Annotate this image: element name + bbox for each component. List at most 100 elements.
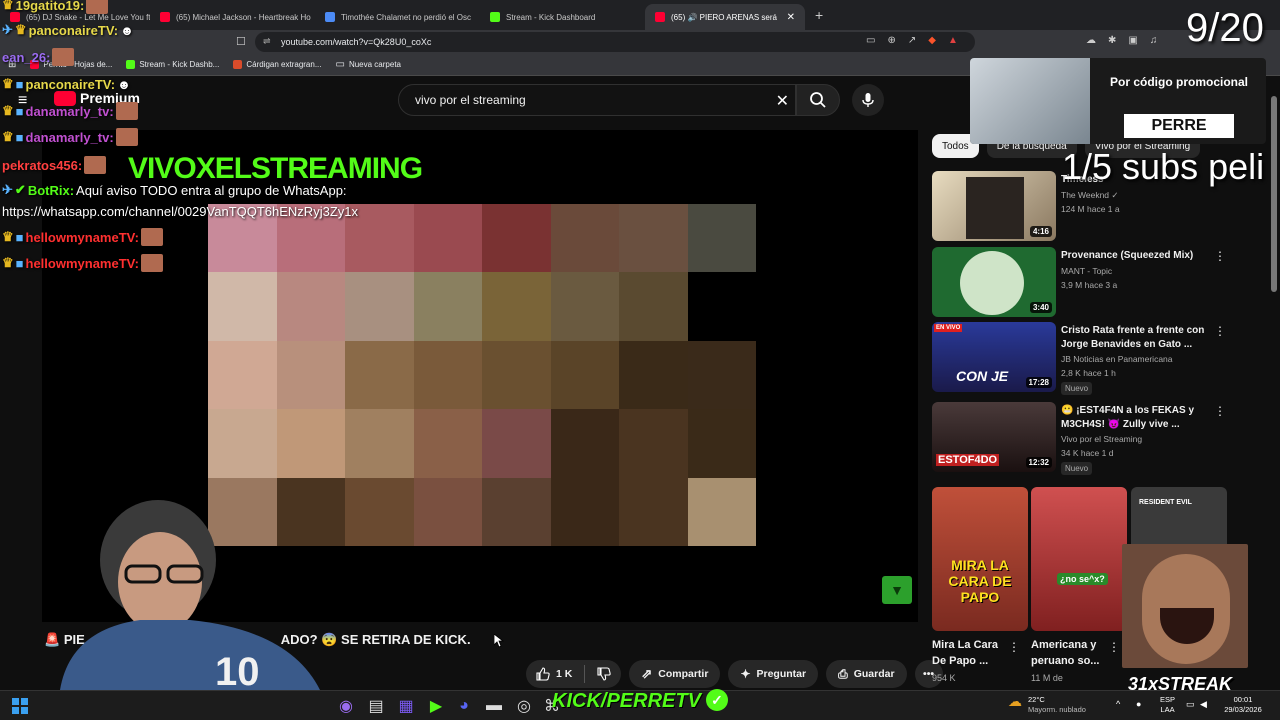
music-icon[interactable]: ♫	[1150, 35, 1158, 46]
search-icon	[810, 92, 826, 108]
chat-line: ♛ ■ hellowmynameTV:	[2, 254, 163, 272]
browser-tab[interactable]: (65) Michael Jackson - Heartbreak Ho	[150, 4, 315, 30]
puzzle-icon[interactable]: ✱	[1108, 35, 1116, 46]
close-tab-icon[interactable]: ✕	[787, 12, 795, 23]
share-button[interactable]: ⇗ Compartir	[629, 660, 721, 688]
recommendation-item[interactable]: 3:40 Provenance (Squeezed Mix) MANT - To…	[932, 247, 1232, 319]
network-icon[interactable]: ▭	[1186, 699, 1195, 709]
more-options-icon[interactable]: ⋮	[1108, 640, 1120, 654]
discord-icon[interactable]: ◕	[456, 697, 472, 714]
channel-name[interactable]: The Weeknd ✓	[1061, 190, 1119, 201]
bookmark-label: Stream - Kick Dashb...	[139, 60, 220, 69]
short-title[interactable]: Americana y peruano so...	[1031, 637, 1111, 669]
share-label: Compartir	[658, 668, 709, 680]
clock-date: 29/03/2026	[1224, 705, 1262, 714]
mic-tray-icon[interactable]: ●	[1136, 699, 1141, 709]
browser-tab-active[interactable]: (65) 🔊 PIERO ARENAS será ✕	[645, 4, 805, 30]
obs-icon[interactable]: ◎	[516, 698, 532, 715]
short-title[interactable]: Mira La Cara De Papo ...	[932, 637, 1012, 669]
kick-channel-overlay: KICK/PERRETV	[552, 690, 701, 712]
new-tab-icon[interactable]: +	[815, 7, 823, 23]
kick-icon	[490, 12, 500, 22]
twitch-icon[interactable]: ▦	[398, 698, 414, 715]
volume-icon[interactable]: ◀	[1200, 699, 1207, 709]
live-tag: EN VIVO	[934, 324, 963, 332]
weather-icon[interactable]: ☁	[1008, 694, 1022, 708]
bookmark-icon[interactable]: ☐	[236, 35, 246, 48]
more-options-icon[interactable]: ⋮	[1008, 640, 1020, 654]
thumbnail-text: CON JE	[956, 368, 1009, 384]
sidebar-icon[interactable]: ▣	[1128, 35, 1137, 46]
url-text: youtube.com/watch?v=Qk28U0_coXc	[281, 37, 432, 47]
save-icon: ⎙	[838, 666, 848, 681]
thumbs-up-icon	[536, 667, 550, 681]
share-icon[interactable]: ↗	[908, 35, 916, 46]
video-thumbnail[interactable]: EN VIVO CON JE 17:28	[932, 322, 1056, 392]
video-thumbnail[interactable]: 4:16	[932, 171, 1056, 241]
like-count: 1 K	[556, 668, 573, 680]
address-bar: ☐ ⇌ youtube.com/watch?v=Qk28U0_coXc ▭ ⊕ …	[0, 30, 1280, 54]
short-overlay-text: RESIDENT EVIL	[1139, 499, 1192, 506]
bookmark-label: Nueva carpeta	[348, 60, 401, 69]
clear-search-icon[interactable]: ✕	[776, 91, 789, 111]
voice-search-button[interactable]	[852, 84, 884, 116]
scrollbar-thumb[interactable]	[1271, 96, 1277, 292]
weather-widget[interactable]: 22°C Mayorm. nublado	[1028, 695, 1086, 715]
scrollbar[interactable]	[1270, 82, 1278, 682]
language-indicator[interactable]: ESP LAA	[1160, 695, 1175, 715]
promo-image	[970, 58, 1090, 144]
app-icon[interactable]: ◉	[338, 698, 354, 715]
bookmark-item[interactable]: Stream - Kick Dashb...	[126, 60, 219, 69]
video-title[interactable]: 😬 ¡EST4F4N a los FEKAS y M3CH4S! 😈 Zully…	[1061, 404, 1211, 432]
mic-icon	[862, 93, 874, 107]
weather-desc: Mayorm. nublado	[1028, 705, 1086, 714]
kick-app-icon[interactable]: ▶	[428, 698, 444, 715]
tray-overflow-icon[interactable]: ^	[1116, 699, 1120, 709]
save-button[interactable]: ⎙ Guardar	[826, 660, 907, 688]
site-info-icon[interactable]: ⇌	[263, 36, 271, 47]
zoom-icon[interactable]: ⊕	[887, 35, 895, 46]
ask-button[interactable]: ✦ Preguntar	[728, 660, 819, 688]
clock[interactable]: 00:01 29/03/2026	[1218, 695, 1268, 715]
new-badge: Nuevo	[1061, 462, 1093, 475]
recommendation-item[interactable]: ESTOF4DO 12:32 😬 ¡EST4F4N a los FEKAS y …	[932, 402, 1232, 475]
video-thumbnail[interactable]: 3:40	[932, 247, 1056, 317]
censored-video-frame	[208, 204, 756, 546]
promo-code: PERRE	[1124, 114, 1234, 138]
cast-icon[interactable]: ▭	[866, 35, 875, 46]
short-thumbnail[interactable]: ¿no se^x?	[1031, 487, 1127, 631]
short-views: 11 M de	[1031, 673, 1063, 683]
channel-name[interactable]: Vivo por el Streaming	[1061, 434, 1142, 444]
more-options-icon[interactable]: ⋮	[1214, 324, 1226, 338]
video-thumbnail[interactable]: ESTOF4DO 12:32	[932, 402, 1056, 472]
short-thumbnail[interactable]: MIRA LA CARA DE PAPO	[932, 487, 1028, 631]
bookmark-item[interactable]: Cárdigan extragran...	[233, 60, 322, 69]
like-button[interactable]: 1 K	[526, 660, 622, 688]
more-options-icon[interactable]: ⋮	[1214, 404, 1226, 418]
video-duration: 12:32	[1025, 457, 1052, 468]
more-options-icon[interactable]: ⋮	[1214, 249, 1226, 263]
channel-name[interactable]: MANT - Topic	[1061, 266, 1112, 276]
search-input[interactable]: vivo por el streaming ✕	[398, 84, 796, 116]
tab-label: Timothée Chalamet no perdió el Osc	[341, 12, 471, 22]
search-button[interactable]	[796, 84, 840, 116]
browser-tab[interactable]: Timothée Chalamet no perdió el Osc	[315, 4, 480, 30]
browser-tab[interactable]: Stream - Kick Dashboard	[480, 4, 645, 30]
brave-shield-icon[interactable]: ◆	[928, 35, 936, 46]
video-title[interactable]: Cristo Rata frente a frente con Jorge Be…	[1061, 324, 1211, 352]
windows-start-icon[interactable]	[12, 698, 28, 714]
channel-name[interactable]: JB Noticias en Panamericana	[1061, 354, 1173, 364]
app-icon[interactable]: ▤	[368, 698, 384, 715]
extension-icon[interactable]: ☁	[1086, 35, 1096, 46]
promo-overlay: Por código promocional PERRE	[970, 58, 1266, 144]
terminal-icon[interactable]: ▬	[486, 697, 502, 714]
ask-label: Preguntar	[756, 668, 807, 680]
tab-label: (65) Michael Jackson - Heartbreak Ho	[176, 12, 311, 22]
document-icon	[325, 12, 335, 22]
recommendation-item[interactable]: EN VIVO CON JE 17:28 Cristo Rata frente …	[932, 322, 1232, 395]
bookmark-folder[interactable]: ▭ Nueva carpeta	[336, 59, 401, 70]
thumbs-down-icon[interactable]	[597, 667, 612, 681]
brave-rewards-icon[interactable]: ▲	[948, 35, 958, 46]
video-title[interactable]: Provenance (Squeezed Mix)	[1061, 249, 1211, 263]
youtube-icon	[655, 12, 665, 22]
